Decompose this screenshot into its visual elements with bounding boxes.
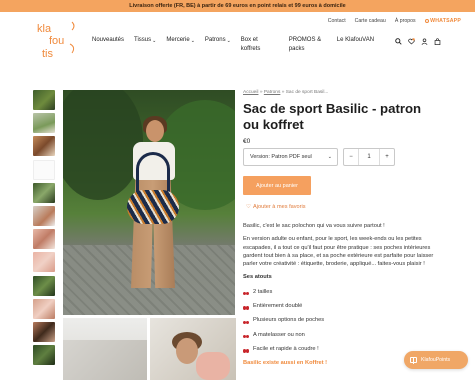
main-nav: Nouveautés Tissus ⌄ Mercerie ⌄ Patrons ⌄ Bo… [92,36,375,53]
features-heading: Ses atouts [243,274,272,281]
feature-text: Entièrement doublé [253,303,303,310]
cherry-icon [243,346,249,353]
breadcrumb-current: Sac de sport Basil... [285,90,329,95]
chevron-down-icon: ⌄ [190,37,195,44]
nav-item-patrons[interactable]: Patrons ⌄ [205,36,231,53]
variant-value: Version: Patron PDF seul [250,154,312,160]
product-thumbnail[interactable] [33,136,55,157]
description-body: En version adulte ou enfant, pour le spo… [243,236,434,268]
nav-item-box-koffrets[interactable]: Box et koffrets [241,36,279,53]
logo-text-1: kla [37,23,52,35]
description-intro: Basilic, c'est le sac polochon qui va vo… [243,223,385,229]
product-thumbnail[interactable] [33,345,55,366]
nav-item-klafouvan[interactable]: Le KlafouVAN [337,36,375,53]
klafoupoints-button[interactable]: KlafouPoints [404,351,468,369]
product-thumbnail[interactable] [33,113,55,134]
product-price: €0 [243,138,251,145]
nav-label: Tissus [134,37,152,43]
whatsapp-label: WHATSAPP [430,18,461,24]
product-title: Sac de sport Basilic - patron ou koffret [243,101,422,132]
breadcrumb-separator: » [281,90,285,95]
search-icon[interactable] [395,38,402,45]
favorite-label: Ajouter à mes favoris [253,204,306,210]
product-thumbnail[interactable] [33,298,55,319]
whatsapp-link[interactable]: WHATSAPP [424,18,461,24]
header-icons [395,38,441,45]
chevron-down-icon: ⌄ [226,37,231,44]
cherry-icon [243,303,249,310]
feature-text: Plusieurs options de poches [253,317,325,324]
main-product-image[interactable] [63,90,235,315]
user-icon[interactable] [421,38,428,45]
wishlist-icon[interactable] [408,38,415,45]
logo-text-2: fou [49,35,64,47]
nav-item-nouveautes[interactable]: Nouveautés [92,36,124,53]
thumbnail-strip [33,90,56,368]
nav-label: Le KlafouVAN [336,37,375,43]
product-image-secondary[interactable] [150,318,236,380]
product-thumbnail[interactable] [33,321,55,342]
gift-icon [410,357,417,364]
logo-text-3: tis [42,48,54,60]
add-to-cart-button[interactable]: Ajouter au panier [243,176,311,195]
cart-icon[interactable] [434,38,441,45]
product-thumbnail[interactable] [33,229,55,250]
product-image-secondary[interactable] [63,318,147,380]
product-thumbnail[interactable] [33,159,55,180]
whatsapp-icon [424,18,429,23]
nav-item-promos-packs[interactable]: PROMOS & packs [289,36,327,53]
nav-label: PROMOS & packs [288,37,322,52]
product-info: Accueil » Patrons » Sac de sport Basil..… [243,90,443,145]
breadcrumb-separator: » [259,90,263,95]
feature-item: 2 tailles [243,288,443,296]
heart-icon: ♡ [246,204,252,210]
breadcrumb: Accueil » Patrons » Sac de sport Basil..… [243,90,443,95]
about-link[interactable]: À propos [395,18,416,24]
add-to-favorites-link[interactable]: ♡ Ajouter à mes favoris [246,204,306,210]
top-links: Contact Carte cadeau À propos WHATSAPP [328,18,461,24]
nav-item-mercerie[interactable]: Mercerie ⌄ [166,36,195,53]
feature-item: A matelasser ou non [243,331,443,339]
nav-label: Patrons [204,37,226,43]
nav-item-tissus[interactable]: Tissus ⌄ [134,36,156,53]
product-thumbnail[interactable] [33,182,55,203]
chevron-down-icon: ⌄ [152,37,157,44]
announcement-bar: Livraison offerte (FR, BE) à partir de 6… [0,0,475,12]
nav-label: Box et koffrets [240,37,261,52]
variant-select[interactable]: Version: Patron PDF seul ⌄ [243,148,338,166]
product-description: Basilic, c'est le sac polochon qui va vo… [243,222,443,368]
cherry-icon [243,331,249,339]
qty-decrease-button[interactable]: − [344,154,358,160]
points-label: KlafouPoints [421,357,451,363]
feature-item: Entièrement doublé [243,302,443,310]
feature-text: Facile et rapide à coudre ! [253,345,319,352]
product-thumbnail[interactable] [33,275,55,296]
breadcrumb-home[interactable]: Accueil [243,90,258,95]
chevron-down-icon: ⌄ [327,154,332,160]
gift-card-link[interactable]: Carte cadeau [355,18,386,24]
feature-text: 2 tailles [253,288,273,295]
product-thumbnail[interactable] [33,90,55,110]
nav-label: Mercerie [166,37,190,43]
cherry-icon [243,288,249,296]
feature-item: Plusieurs options de poches [243,316,443,325]
product-thumbnail[interactable] [33,205,55,226]
quantity-stepper: − 1 + [343,148,395,166]
product-thumbnail[interactable] [33,252,55,273]
cherry-icon [243,317,249,325]
klafoutis-logo[interactable]: kla fou tis [34,18,80,62]
qty-increase-button[interactable]: + [380,154,394,160]
contact-link[interactable]: Contact [328,18,346,24]
nav-label: Nouveautés [92,37,125,43]
breadcrumb-category[interactable]: Patrons [264,90,281,95]
feature-text: A matelasser ou non [253,331,305,338]
qty-input[interactable]: 1 [358,149,380,165]
